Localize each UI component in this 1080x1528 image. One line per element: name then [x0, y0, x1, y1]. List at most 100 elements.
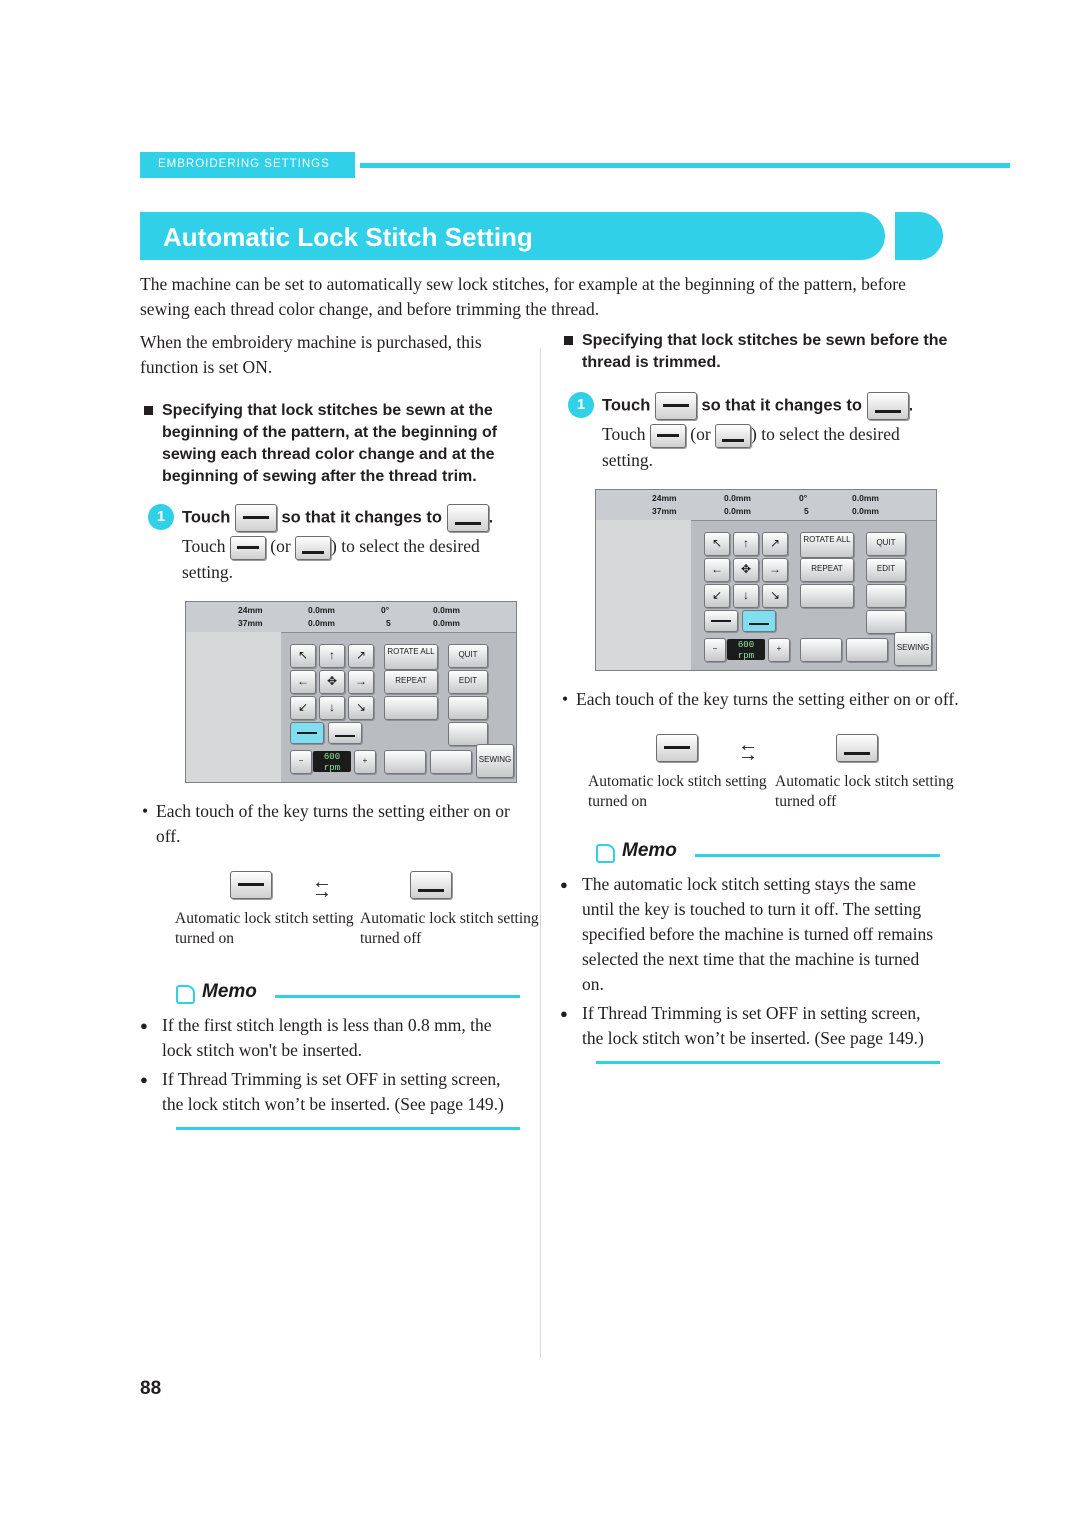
lcd-offset-horizontal: 0.0mm	[433, 617, 460, 628]
lcd-pos-horizontal: 0.0mm	[308, 617, 335, 628]
lcd-arrow-left[interactable]: ←	[290, 669, 316, 694]
lcd-arrow-down-right[interactable]: ↘	[348, 695, 374, 720]
header-section-label: EMBROIDERING SETTINGS	[158, 158, 330, 170]
lcd2-arrow-up-right[interactable]: ↗	[762, 531, 788, 556]
lcd2-color-count: 5	[804, 505, 809, 516]
column-divider	[540, 348, 541, 1358]
left-memo-bottom-rule	[176, 1126, 520, 1130]
right-step-1-line3: setting.	[602, 449, 654, 470]
page-title: Automatic Lock Stitch Setting	[163, 222, 533, 252]
right-step-1-touch2: Touch	[602, 424, 646, 444]
lcd-speed-minus-button[interactable]: −	[290, 749, 312, 774]
lcd-sewing-button[interactable]: SEWING	[476, 743, 514, 778]
left-memo-item-2: If Thread Trimming is set OFF in setting…	[140, 1067, 520, 1117]
left-column: When the embroidery machine is purchased…	[140, 330, 539, 1130]
lcd-arrow-up-right[interactable]: ↗	[348, 643, 374, 668]
lcd-rotate-all-button[interactable]: ROTATE ALL	[384, 643, 438, 670]
trim-lock-key-off-icon-2[interactable]	[715, 423, 752, 448]
lcd2-arrow-down-left[interactable]: ↙	[704, 583, 730, 608]
left-step-1: 1 Touch so that it changes to . Touch (o…	[140, 504, 535, 585]
memo-flag-icon	[176, 984, 196, 1004]
right-step-1-touch-label: Touch	[602, 396, 651, 415]
right-step-1-bold: Touch so that it changes to .	[602, 392, 955, 420]
lcd-arrow-right[interactable]: →	[348, 669, 374, 694]
lock-stitch-key-off-icon-2[interactable]	[295, 535, 332, 560]
lcd2-speed-unit: rpm	[737, 650, 755, 661]
trim-lock-key-on-icon[interactable]	[654, 392, 697, 420]
lcd2-arrow-up[interactable]: ↑	[733, 531, 759, 556]
lock-stitch-key-on-icon[interactable]	[234, 504, 277, 532]
lcd2-array-button[interactable]	[800, 583, 854, 608]
lcd2-repeat-button[interactable]: REPEAT	[800, 557, 854, 582]
lcd2-arrow-up-left[interactable]: ↖	[704, 531, 730, 556]
lcd-repeat-button[interactable]: REPEAT	[384, 669, 438, 694]
lcd-frame-button[interactable]	[430, 749, 472, 774]
lcd-preview-area-2	[596, 519, 691, 670]
lcd-arrow-down[interactable]: ↓	[319, 695, 345, 720]
right-column: Specifying that lock stitches be sewn be…	[560, 330, 959, 1064]
lock-stitch-on-sample-icon	[230, 870, 272, 899]
toggle-arrows-icon	[312, 871, 356, 904]
lcd-arrow-up-left[interactable]: ↖	[290, 643, 316, 668]
lcd-lock-stitch-key-selected[interactable]	[290, 721, 324, 744]
header-rule	[360, 163, 1010, 168]
lcd-speed-plus-button[interactable]: +	[354, 749, 376, 774]
lcd-quit-button[interactable]: QUIT	[448, 643, 488, 668]
left-caption-on: Automatic lock stitch setting turned on	[175, 909, 354, 947]
lcd-trial-button[interactable]	[384, 749, 426, 774]
right-caption-on: Automatic lock stitch setting turned on	[588, 772, 767, 810]
left-step-1-or: (or	[270, 536, 291, 556]
left-step-1-line2: Touch (or ) to select the desired	[182, 534, 535, 560]
left-step-1-touch2: Touch	[182, 536, 226, 556]
lcd-pos-vertical: 0.0mm	[308, 604, 335, 615]
lcd-arrow-up[interactable]: ↑	[319, 643, 345, 668]
lcd-arrow-center[interactable]: ✥	[319, 669, 345, 694]
left-key-comparison	[140, 869, 535, 909]
right-step-1-or: (or	[690, 424, 711, 444]
right-key-captions: Automatic lock stitch setting turned on …	[560, 772, 955, 818]
lcd-array-button[interactable]	[384, 695, 438, 720]
right-memo-header: Memo	[560, 840, 940, 866]
lcd2-arrow-down-right[interactable]: ↘	[762, 583, 788, 608]
lcd2-lock-stitch-key-first[interactable]	[704, 609, 738, 632]
right-memo-bottom-rule	[596, 1060, 940, 1064]
lcd2-offset-vertical: 0.0mm	[852, 492, 879, 503]
lcd2-arrow-down[interactable]: ↓	[733, 583, 759, 608]
lcd2-edit-button[interactable]: EDIT	[866, 557, 906, 582]
lcd2-speed-plus-button[interactable]: +	[768, 637, 790, 662]
lcd2-thread-button[interactable]	[866, 609, 906, 634]
lcd-thread-button[interactable]	[448, 721, 488, 746]
left-memo-item-1: If the first stitch length is less than …	[140, 1013, 520, 1063]
lcd2-trial-button[interactable]	[800, 637, 842, 662]
lock-stitch-key-on-icon-2[interactable]	[229, 535, 266, 560]
lcd2-quit-button[interactable]: QUIT	[866, 531, 906, 556]
lcd-arrow-down-left[interactable]: ↙	[290, 695, 316, 720]
lcd2-frame-button[interactable]	[846, 637, 888, 662]
trim-lock-key-on-icon-2[interactable]	[649, 423, 686, 448]
document-page: EMBROIDERING SETTINGS Automatic Lock Sti…	[0, 0, 1080, 1528]
lcd2-trim-lock-key-selected[interactable]	[742, 609, 776, 632]
trim-lock-key-off-icon[interactable]	[866, 392, 909, 420]
lock-stitch-key-off-icon[interactable]	[446, 504, 489, 532]
lcd2-sewing-button[interactable]: SEWING	[894, 631, 932, 666]
right-bullet-note: Each touch of the key turns the setting …	[560, 687, 966, 712]
lcd2-size-height: 37mm	[652, 505, 677, 516]
left-memo-box: Memo If the first stitch length is less …	[140, 981, 520, 1130]
left-key-captions: Automatic lock stitch setting turned on …	[140, 909, 539, 955]
lcd-edit-button[interactable]: EDIT	[448, 669, 488, 694]
right-memo-box: Memo The automatic lock stitch setting s…	[560, 840, 940, 1064]
lcd2-speed-minus-button[interactable]: −	[704, 637, 726, 662]
lcd2-arrow-right[interactable]: →	[762, 557, 788, 582]
right-step-1: 1 Touch so that it changes to . Touch (o…	[560, 392, 955, 473]
lcd2-arrow-center[interactable]: ✥	[733, 557, 759, 582]
lcd2-presser-button[interactable]	[866, 583, 906, 608]
left-caption-off: Automatic lock stitch setting turned off	[360, 909, 539, 947]
lcd-speed-unit: rpm	[323, 762, 341, 773]
lcd-preview-area	[186, 631, 281, 782]
lcd2-arrow-left[interactable]: ←	[704, 557, 730, 582]
lcd-top-bar	[186, 601, 516, 633]
lcd-lock-stitch-key-second[interactable]	[328, 721, 362, 744]
lcd-presser-button[interactable]	[448, 695, 488, 720]
lcd2-rotate-all-button[interactable]: ROTATE ALL	[800, 531, 854, 558]
lcd-color-count: 5	[386, 617, 391, 628]
